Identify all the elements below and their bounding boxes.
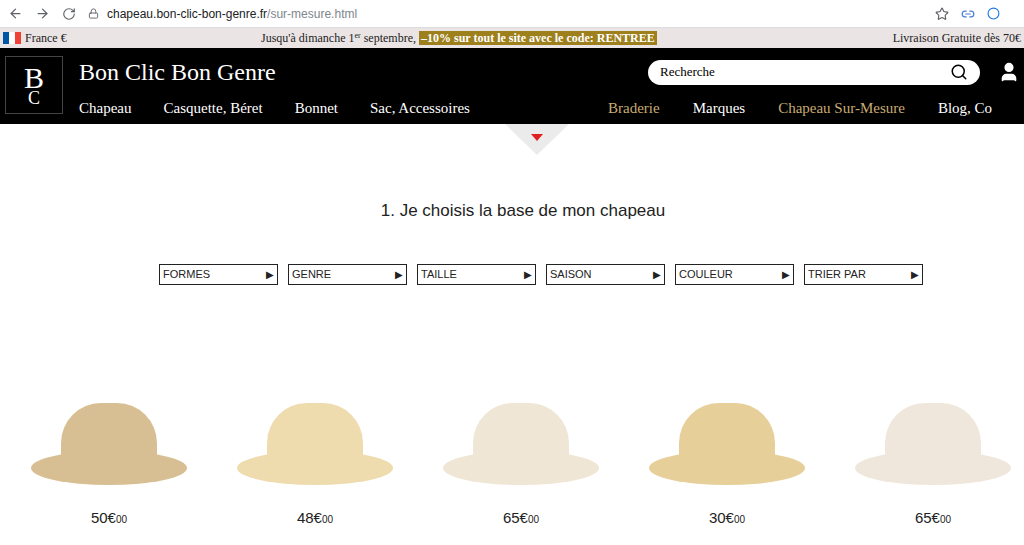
product-price: 30€00 [709, 507, 745, 530]
logo[interactable]: BC [5, 56, 63, 114]
filter-dropdown[interactable]: TAILLE▶ [417, 264, 536, 285]
product-price: 48€00 [297, 507, 333, 530]
search-field[interactable]: Recherche [648, 60, 980, 85]
product-price: 65€00 [503, 507, 539, 530]
flag-icon [3, 32, 21, 44]
lock-icon [88, 8, 99, 19]
nav-item[interactable]: Chapeau Sur-Mesure [778, 97, 905, 120]
extension-icon[interactable] [961, 7, 975, 21]
dropdown-arrow-icon: ▶ [395, 267, 403, 282]
product-image [29, 355, 189, 485]
filter-dropdown[interactable]: SAISON▶ [546, 264, 665, 285]
product-card[interactable]: 65€00 [830, 355, 1024, 530]
dropdown-arrow-icon: ▶ [782, 267, 790, 282]
dropdown-arrow-icon: ▶ [653, 267, 661, 282]
address-bar[interactable]: chapeau.bon-clic-bon-genre.fr/sur-mesure… [88, 5, 923, 23]
brand-name[interactable]: Bon Clic Bon Genre [79, 54, 648, 90]
product-price: 50€00 [91, 507, 127, 530]
product-image [647, 355, 807, 485]
site-header: BC Bon Clic Bon GenreRecherche Chapeau Casq… [0, 48, 1024, 124]
product-image [853, 355, 1013, 485]
product-card[interactable]: 65€00 [418, 355, 624, 530]
account-icon[interactable] [998, 61, 1020, 83]
promo-code-highlight: –10% sur tout le site avec le code: RENT… [419, 31, 657, 45]
dropdown-arrow-icon: ▶ [911, 267, 919, 282]
filter-dropdown[interactable]: COULEUR▶ [675, 264, 794, 285]
product-price: 65€00 [915, 507, 951, 530]
nav-item[interactable]: Sac, Accessoires [370, 97, 470, 120]
reload-icon[interactable] [62, 7, 76, 21]
extension-icon[interactable] [987, 7, 1000, 20]
browser-toolbar: chapeau.bon-clic-bon-genre.fr/sur-mesure… [0, 0, 1024, 28]
section-indicator [505, 124, 569, 155]
search-icon[interactable] [950, 63, 968, 81]
nav-item[interactable]: Bonnet [295, 97, 338, 120]
product-list: 50€00 48€00 65€00 30€00 65€00 [0, 355, 1024, 530]
url: chapeau.bon-clic-bon-genre.fr/sur-mesure… [107, 5, 357, 23]
filter-dropdown[interactable]: GENRE▶ [288, 264, 407, 285]
product-image [235, 355, 395, 485]
product-card[interactable]: 48€00 [212, 355, 418, 530]
product-card[interactable]: 30€00 [624, 355, 830, 530]
filter-dropdown[interactable]: FORMES▶ [159, 264, 278, 285]
country-selector[interactable]: France € [3, 29, 243, 47]
dropdown-arrow-icon: ▶ [524, 267, 532, 282]
shipping-info: Livraison Gratuite dès 70€ [893, 29, 1021, 47]
nav-item[interactable]: Braderie [608, 97, 660, 120]
nav-item[interactable]: Marques [693, 97, 746, 120]
filter-dropdown[interactable]: TRIER PAR▶ [804, 264, 923, 285]
dropdown-arrow-icon: ▶ [266, 267, 274, 282]
forward-icon[interactable] [35, 6, 50, 21]
promo-message: Jusqu'à dimanche 1er septembre, –10% sur… [243, 29, 893, 47]
step-title: 1. Je choisis la base de mon chapeau [0, 198, 1024, 224]
arrow-down-icon [531, 134, 543, 141]
back-icon[interactable] [8, 6, 23, 21]
filter-bar: FORMES▶ GENRE▶ TAILLE▶ SAISON▶ COULEUR▶ TRIER… [159, 264, 1024, 285]
bookmark-icon[interactable] [935, 7, 949, 21]
nav-item[interactable]: Casquette, Béret [163, 97, 262, 120]
nav-item[interactable]: Chapeau [79, 97, 131, 120]
page: chapeau.bon-clic-bon-genre.fr/sur-mesure… [0, 0, 1024, 545]
product-image [441, 355, 601, 485]
nav-item[interactable]: Blog, Co [938, 97, 992, 120]
promo-bar: France €Jusqu'à dimanche 1er septembre, … [0, 28, 1024, 48]
product-card[interactable]: 50€00 [6, 355, 212, 530]
